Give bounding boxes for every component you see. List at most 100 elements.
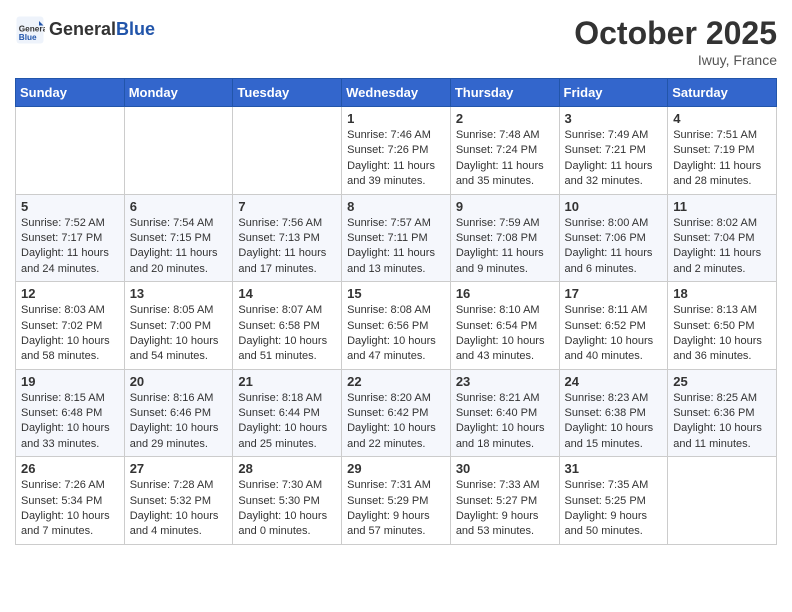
calendar-cell: 13Sunrise: 8:05 AMSunset: 7:00 PMDayligh… [124,282,233,370]
calendar-cell: 25Sunrise: 8:25 AMSunset: 6:36 PMDayligh… [668,369,777,457]
calendar-cell: 2 Sunrise: 7:48 AMSunset: 7:24 PMDaylight… [450,107,559,195]
day-number: 26 [21,461,119,476]
logo-general-text: General [49,19,116,39]
calendar-cell: 28Sunrise: 7:30 AMSunset: 5:30 PMDayligh… [233,457,342,545]
calendar-cell: 8Sunrise: 7:57 AMSunset: 7:11 PMDaylight… [342,194,451,282]
cell-text: Sunrise: 8:16 AM [130,391,228,406]
cell-text: Daylight: 10 hours and 25 minutes. [238,421,336,452]
cell-text: Sunset: 6:48 PM [21,406,119,421]
cell-text: Sunset: 5:25 PM [565,494,663,509]
cell-text: Sunrise: 7:28 AM [130,478,228,493]
day-number: 22 [347,374,445,389]
page-header: General Blue GeneralBlue October 2025 Iw… [15,15,777,68]
weekday-header-saturday: Saturday [668,79,777,107]
day-number: 15 [347,286,445,301]
day-number: 2 [456,111,554,126]
calendar-cell [124,107,233,195]
calendar-cell: 10Sunrise: 8:00 AMSunset: 7:06 PMDayligh… [559,194,668,282]
cell-text: Sunset: 5:34 PM [21,494,119,509]
cell-text: Daylight: 11 hours and 39 minutes. [347,159,445,190]
cell-text: Sunset: 6:52 PM [565,319,663,334]
day-number: 28 [238,461,336,476]
cell-text: Sunrise: 7:56 AM [238,216,336,231]
cell-text: Sunrise: 7:51 AM [673,128,771,143]
calendar-cell: 19Sunrise: 8:15 AMSunset: 6:48 PMDayligh… [16,369,125,457]
calendar-cell: 26Sunrise: 7:26 AMSunset: 5:34 PMDayligh… [16,457,125,545]
cell-text: Sunrise: 8:15 AM [21,391,119,406]
cell-text: Daylight: 9 hours and 50 minutes. [565,509,663,540]
cell-text: Daylight: 10 hours and 40 minutes. [565,334,663,365]
cell-text: Sunset: 7:13 PM [238,231,336,246]
day-number: 31 [565,461,663,476]
day-number: 25 [673,374,771,389]
cell-text: Daylight: 10 hours and 54 minutes. [130,334,228,365]
calendar-cell: 5Sunrise: 7:52 AMSunset: 7:17 PMDaylight… [16,194,125,282]
cell-text: Sunset: 7:24 PM [456,143,554,158]
cell-text: Sunset: 5:30 PM [238,494,336,509]
calendar-cell: 20Sunrise: 8:16 AMSunset: 6:46 PMDayligh… [124,369,233,457]
month-year-title: October 2025 [574,15,777,52]
calendar-week-row: 26Sunrise: 7:26 AMSunset: 5:34 PMDayligh… [16,457,777,545]
calendar-cell: 7Sunrise: 7:56 AMSunset: 7:13 PMDaylight… [233,194,342,282]
day-number: 11 [673,199,771,214]
cell-text: Sunrise: 7:48 AM [456,128,554,143]
calendar-cell: 6Sunrise: 7:54 AMSunset: 7:15 PMDaylight… [124,194,233,282]
cell-text: Sunrise: 8:25 AM [673,391,771,406]
day-number: 9 [456,199,554,214]
cell-text: Daylight: 11 hours and 35 minutes. [456,159,554,190]
calendar-cell: 11Sunrise: 8:02 AMSunset: 7:04 PMDayligh… [668,194,777,282]
calendar-cell: 23Sunrise: 8:21 AMSunset: 6:40 PMDayligh… [450,369,559,457]
cell-text: Daylight: 10 hours and 18 minutes. [456,421,554,452]
calendar-week-row: 1Sunrise: 7:46 AMSunset: 7:26 PMDaylight… [16,107,777,195]
cell-text: Sunset: 7:19 PM [673,143,771,158]
cell-text: Sunset: 6:58 PM [238,319,336,334]
title-block: October 2025 Iwuy, France [574,15,777,68]
cell-text: Sunrise: 8:21 AM [456,391,554,406]
calendar-cell: 17Sunrise: 8:11 AMSunset: 6:52 PMDayligh… [559,282,668,370]
cell-text: Sunrise: 7:57 AM [347,216,445,231]
cell-text: Sunset: 7:04 PM [673,231,771,246]
day-number: 23 [456,374,554,389]
cell-text: Sunrise: 7:46 AM [347,128,445,143]
weekday-header-wednesday: Wednesday [342,79,451,107]
calendar-cell: 24Sunrise: 8:23 AMSunset: 6:38 PMDayligh… [559,369,668,457]
calendar-cell [16,107,125,195]
cell-text: Daylight: 10 hours and 4 minutes. [130,509,228,540]
cell-text: Sunrise: 8:00 AM [565,216,663,231]
calendar-cell: 3Sunrise: 7:49 AMSunset: 7:21 PMDaylight… [559,107,668,195]
calendar-cell: 27Sunrise: 7:28 AMSunset: 5:32 PMDayligh… [124,457,233,545]
cell-text: Sunset: 6:36 PM [673,406,771,421]
cell-text: Sunrise: 7:54 AM [130,216,228,231]
cell-text: Sunrise: 8:13 AM [673,303,771,318]
cell-text: Daylight: 10 hours and 33 minutes. [21,421,119,452]
calendar-table: SundayMondayTuesdayWednesdayThursdayFrid… [15,78,777,545]
cell-text: Daylight: 10 hours and 0 minutes. [238,509,336,540]
day-number: 8 [347,199,445,214]
weekday-header-tuesday: Tuesday [233,79,342,107]
day-number: 16 [456,286,554,301]
cell-text: Sunset: 5:29 PM [347,494,445,509]
cell-text: Sunset: 6:46 PM [130,406,228,421]
cell-text: Sunrise: 8:18 AM [238,391,336,406]
cell-text: Sunrise: 7:49 AM [565,128,663,143]
calendar-cell: 31Sunrise: 7:35 AMSunset: 5:25 PMDayligh… [559,457,668,545]
calendar-cell: 9Sunrise: 7:59 AMSunset: 7:08 PMDaylight… [450,194,559,282]
cell-text: Sunset: 6:50 PM [673,319,771,334]
cell-text: Sunset: 7:06 PM [565,231,663,246]
calendar-week-row: 5Sunrise: 7:52 AMSunset: 7:17 PMDaylight… [16,194,777,282]
cell-text: Daylight: 10 hours and 47 minutes. [347,334,445,365]
cell-text: Sunrise: 8:20 AM [347,391,445,406]
cell-text: Sunset: 7:15 PM [130,231,228,246]
cell-text: Sunset: 7:11 PM [347,231,445,246]
cell-text: Daylight: 11 hours and 17 minutes. [238,246,336,277]
weekday-header-row: SundayMondayTuesdayWednesdayThursdayFrid… [16,79,777,107]
cell-text: Sunset: 7:26 PM [347,143,445,158]
calendar-cell: 16Sunrise: 8:10 AMSunset: 6:54 PMDayligh… [450,282,559,370]
day-number: 27 [130,461,228,476]
cell-text: Sunset: 6:44 PM [238,406,336,421]
day-number: 4 [673,111,771,126]
cell-text: Daylight: 10 hours and 15 minutes. [565,421,663,452]
cell-text: Daylight: 10 hours and 51 minutes. [238,334,336,365]
day-number: 13 [130,286,228,301]
calendar-cell: 30Sunrise: 7:33 AMSunset: 5:27 PMDayligh… [450,457,559,545]
